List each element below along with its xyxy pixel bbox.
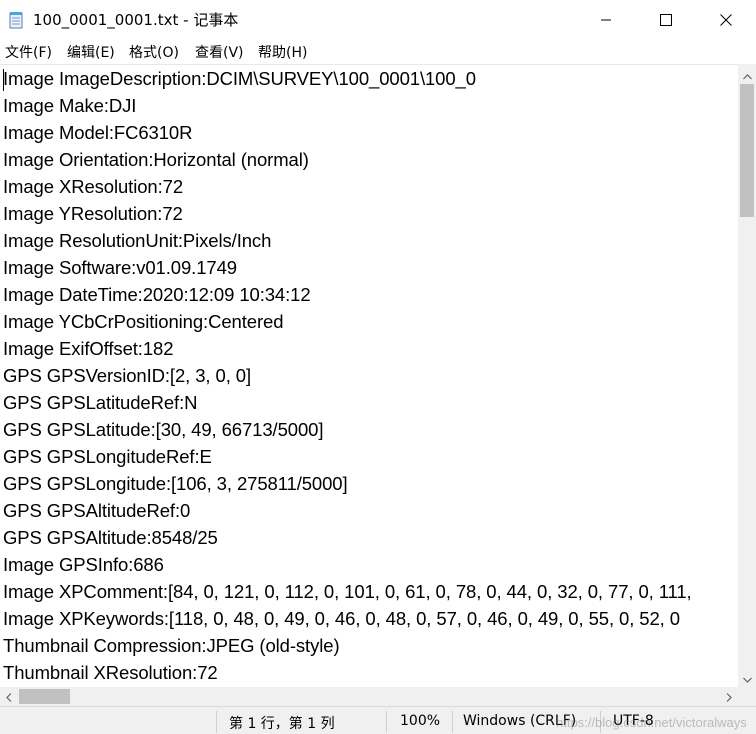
notepad-window: 100_0001_0001.txt - 记事本 文件(F) 编辑(E) 格式(O…	[0, 0, 756, 734]
text-line: GPS GPSAltitude:8548/25	[3, 527, 218, 548]
text-line: GPS GPSVersionID:[2, 3, 0, 0]	[3, 365, 251, 386]
text-editor-area[interactable]: Image ImageDescription:DCIM\SURVEY\100_0…	[0, 64, 738, 688]
vertical-scrollbar[interactable]	[738, 64, 756, 687]
scroll-up-button[interactable]	[738, 64, 756, 84]
text-line: GPS GPSLatitude:[30, 49, 66713/5000]	[3, 419, 324, 440]
text-line: Thumbnail XResolution:72	[3, 662, 218, 683]
scroll-down-button[interactable]	[738, 667, 756, 687]
close-icon	[720, 11, 732, 30]
text-line: Image YCbCrPositioning:Centered	[3, 311, 284, 332]
text-line: Image ImageDescription:DCIM\SURVEY\100_0…	[3, 68, 476, 89]
text-line: Image XPComment:[84, 0, 121, 0, 112, 0, …	[3, 581, 692, 602]
menu-help[interactable]: 帮助(H)	[258, 42, 307, 62]
text-line: Image Make:DJI	[3, 95, 137, 116]
horizontal-scroll-thumb[interactable]	[19, 689, 70, 704]
menu-edit[interactable]: 编辑(E)	[67, 42, 115, 62]
text-line: GPS GPSAltitudeRef:0	[3, 500, 191, 521]
chevron-down-icon	[742, 668, 752, 687]
scroll-right-button[interactable]	[720, 687, 738, 706]
close-button[interactable]	[696, 0, 756, 40]
chevron-right-icon	[726, 687, 732, 706]
text-line: Image Model:FC6310R	[3, 122, 193, 143]
text-line: Image ExifOffset:182	[3, 338, 174, 359]
chevron-up-icon	[742, 65, 752, 84]
scroll-left-button[interactable]	[0, 687, 18, 706]
text-line: Image ResolutionUnit:Pixels/Inch	[3, 230, 272, 251]
text-line: Image XPKeywords:[118, 0, 48, 0, 49, 0, …	[3, 608, 680, 629]
text-line: Image YResolution:72	[3, 203, 183, 224]
menu-view[interactable]: 查看(V)	[195, 42, 244, 62]
text-line: GPS GPSLongitudeRef:E	[3, 446, 212, 467]
minimize-icon	[600, 11, 612, 30]
watermark: https://blog.csdn.net/victoralways	[556, 715, 747, 730]
maximize-icon	[660, 11, 672, 30]
text-line: Image Software:v01.09.1749	[3, 257, 237, 278]
menu-format[interactable]: 格式(O)	[129, 42, 179, 62]
text-line: Thumbnail Compression:JPEG (old-style)	[3, 635, 340, 656]
title-bar[interactable]: 100_0001_0001.txt - 记事本	[0, 0, 756, 40]
status-zoom: 100%	[400, 713, 441, 729]
scrollbar-corner	[738, 687, 756, 706]
text-line: Image XResolution:72	[3, 176, 184, 197]
text-line: GPS GPSLongitude:[106, 3, 275811/5000]	[3, 473, 348, 494]
text-line: GPS GPSLatitudeRef:N	[3, 392, 198, 413]
text-line: Image Orientation:Horizontal (normal)	[3, 149, 309, 170]
horizontal-scrollbar[interactable]	[0, 687, 738, 706]
status-divider	[452, 711, 453, 733]
menu-file[interactable]: 文件(F)	[5, 42, 52, 62]
status-cursor-position: 第 1 行，第 1 列	[229, 716, 335, 732]
text-lines: Image ImageDescription:DCIM\SURVEY\100_0…	[3, 65, 692, 686]
text-line: Image DateTime:2020:12:09 10:34:12	[3, 284, 311, 305]
menu-bar: 文件(F) 编辑(E) 格式(O) 查看(V) 帮助(H)	[0, 40, 756, 64]
status-divider	[386, 711, 387, 733]
chevron-left-icon	[6, 687, 12, 706]
status-bar: 第 1 行，第 1 列 100% Windows (CRLF) UTF-8 ht…	[0, 706, 756, 734]
text-line: Image GPSInfo:686	[3, 554, 164, 575]
vertical-scroll-thumb[interactable]	[740, 84, 754, 217]
window-title: 100_0001_0001.txt - 记事本	[33, 11, 239, 29]
status-divider	[216, 711, 217, 733]
maximize-button[interactable]	[636, 0, 696, 40]
minimize-button[interactable]	[576, 0, 636, 40]
notepad-icon	[9, 11, 24, 29]
